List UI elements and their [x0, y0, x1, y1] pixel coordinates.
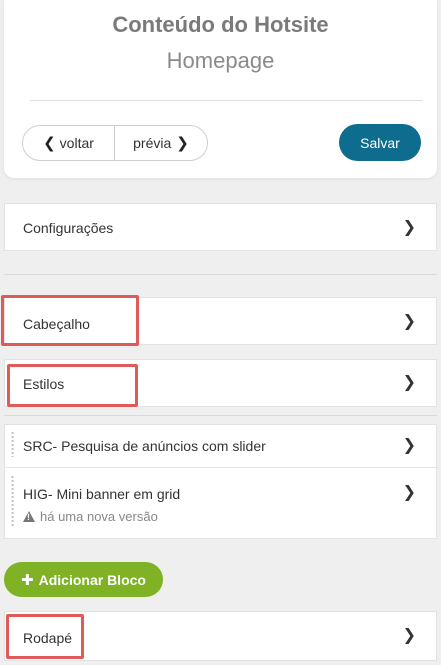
add-block-label: Adicionar Bloco	[38, 571, 146, 588]
list-item-configuracoes[interactable]: Configurações ❯	[4, 203, 437, 251]
preview-button-label: prévia	[133, 135, 172, 151]
chevron-right-icon: ❯	[402, 313, 416, 330]
list-item-rodape[interactable]: Rodapé ❯	[4, 611, 437, 661]
back-button-label: voltar	[59, 135, 94, 151]
list-item-label: Rodapé	[23, 630, 73, 646]
page-subtitle: Homepage	[166, 48, 275, 73]
new-version-warning: há uma nova versão	[23, 509, 158, 524]
list-item-label: Configurações	[23, 220, 114, 236]
save-button[interactable]: Salvar	[339, 124, 421, 161]
chevron-right-icon: ❯	[176, 135, 189, 152]
back-button[interactable]: ❮ voltar	[23, 126, 115, 160]
list-item-label: Cabeçalho	[23, 316, 90, 332]
chevron-right-icon: ❯	[402, 219, 416, 236]
block-divider	[5, 467, 436, 468]
chevron-left-icon: ❮	[43, 135, 56, 152]
block-list: SRC- Pesquisa de anúncios com slider ❯ H…	[4, 424, 437, 539]
plus-icon: ✚	[21, 571, 34, 589]
preview-button[interactable]: prévia ❯	[115, 126, 207, 160]
nav-button-group: ❮ voltar prévia ❯	[22, 125, 208, 161]
block-label-hig[interactable]: HIG- Mini banner em grid	[23, 486, 180, 502]
header-divider	[30, 100, 422, 101]
list-item-cabecalho[interactable]: Cabeçalho ❯	[4, 297, 437, 345]
chevron-right-icon: ❯	[402, 374, 416, 391]
block-label-src[interactable]: SRC- Pesquisa de anúncios com slider	[23, 438, 266, 454]
list-item-estilos[interactable]: Estilos ❯	[4, 359, 437, 407]
warning-text: há uma nova versão	[40, 509, 158, 524]
page-title: Conteúdo do Hotsite	[112, 12, 329, 37]
drag-handle-icon[interactable]	[11, 475, 14, 527]
section-divider	[4, 274, 437, 275]
list-item-label: Estilos	[23, 376, 65, 392]
chevron-right-icon[interactable]: ❯	[403, 435, 416, 455]
chevron-right-icon[interactable]: ❯	[403, 482, 416, 502]
chevron-right-icon: ❯	[402, 627, 416, 644]
warning-icon	[23, 511, 35, 522]
drag-handle-icon[interactable]	[11, 431, 14, 457]
hotsite-header-card: Conteúdo do Hotsite Homepage ❮ voltar pr…	[4, 0, 437, 178]
add-block-button[interactable]: ✚ Adicionar Bloco	[4, 562, 163, 597]
section-divider	[4, 415, 437, 416]
